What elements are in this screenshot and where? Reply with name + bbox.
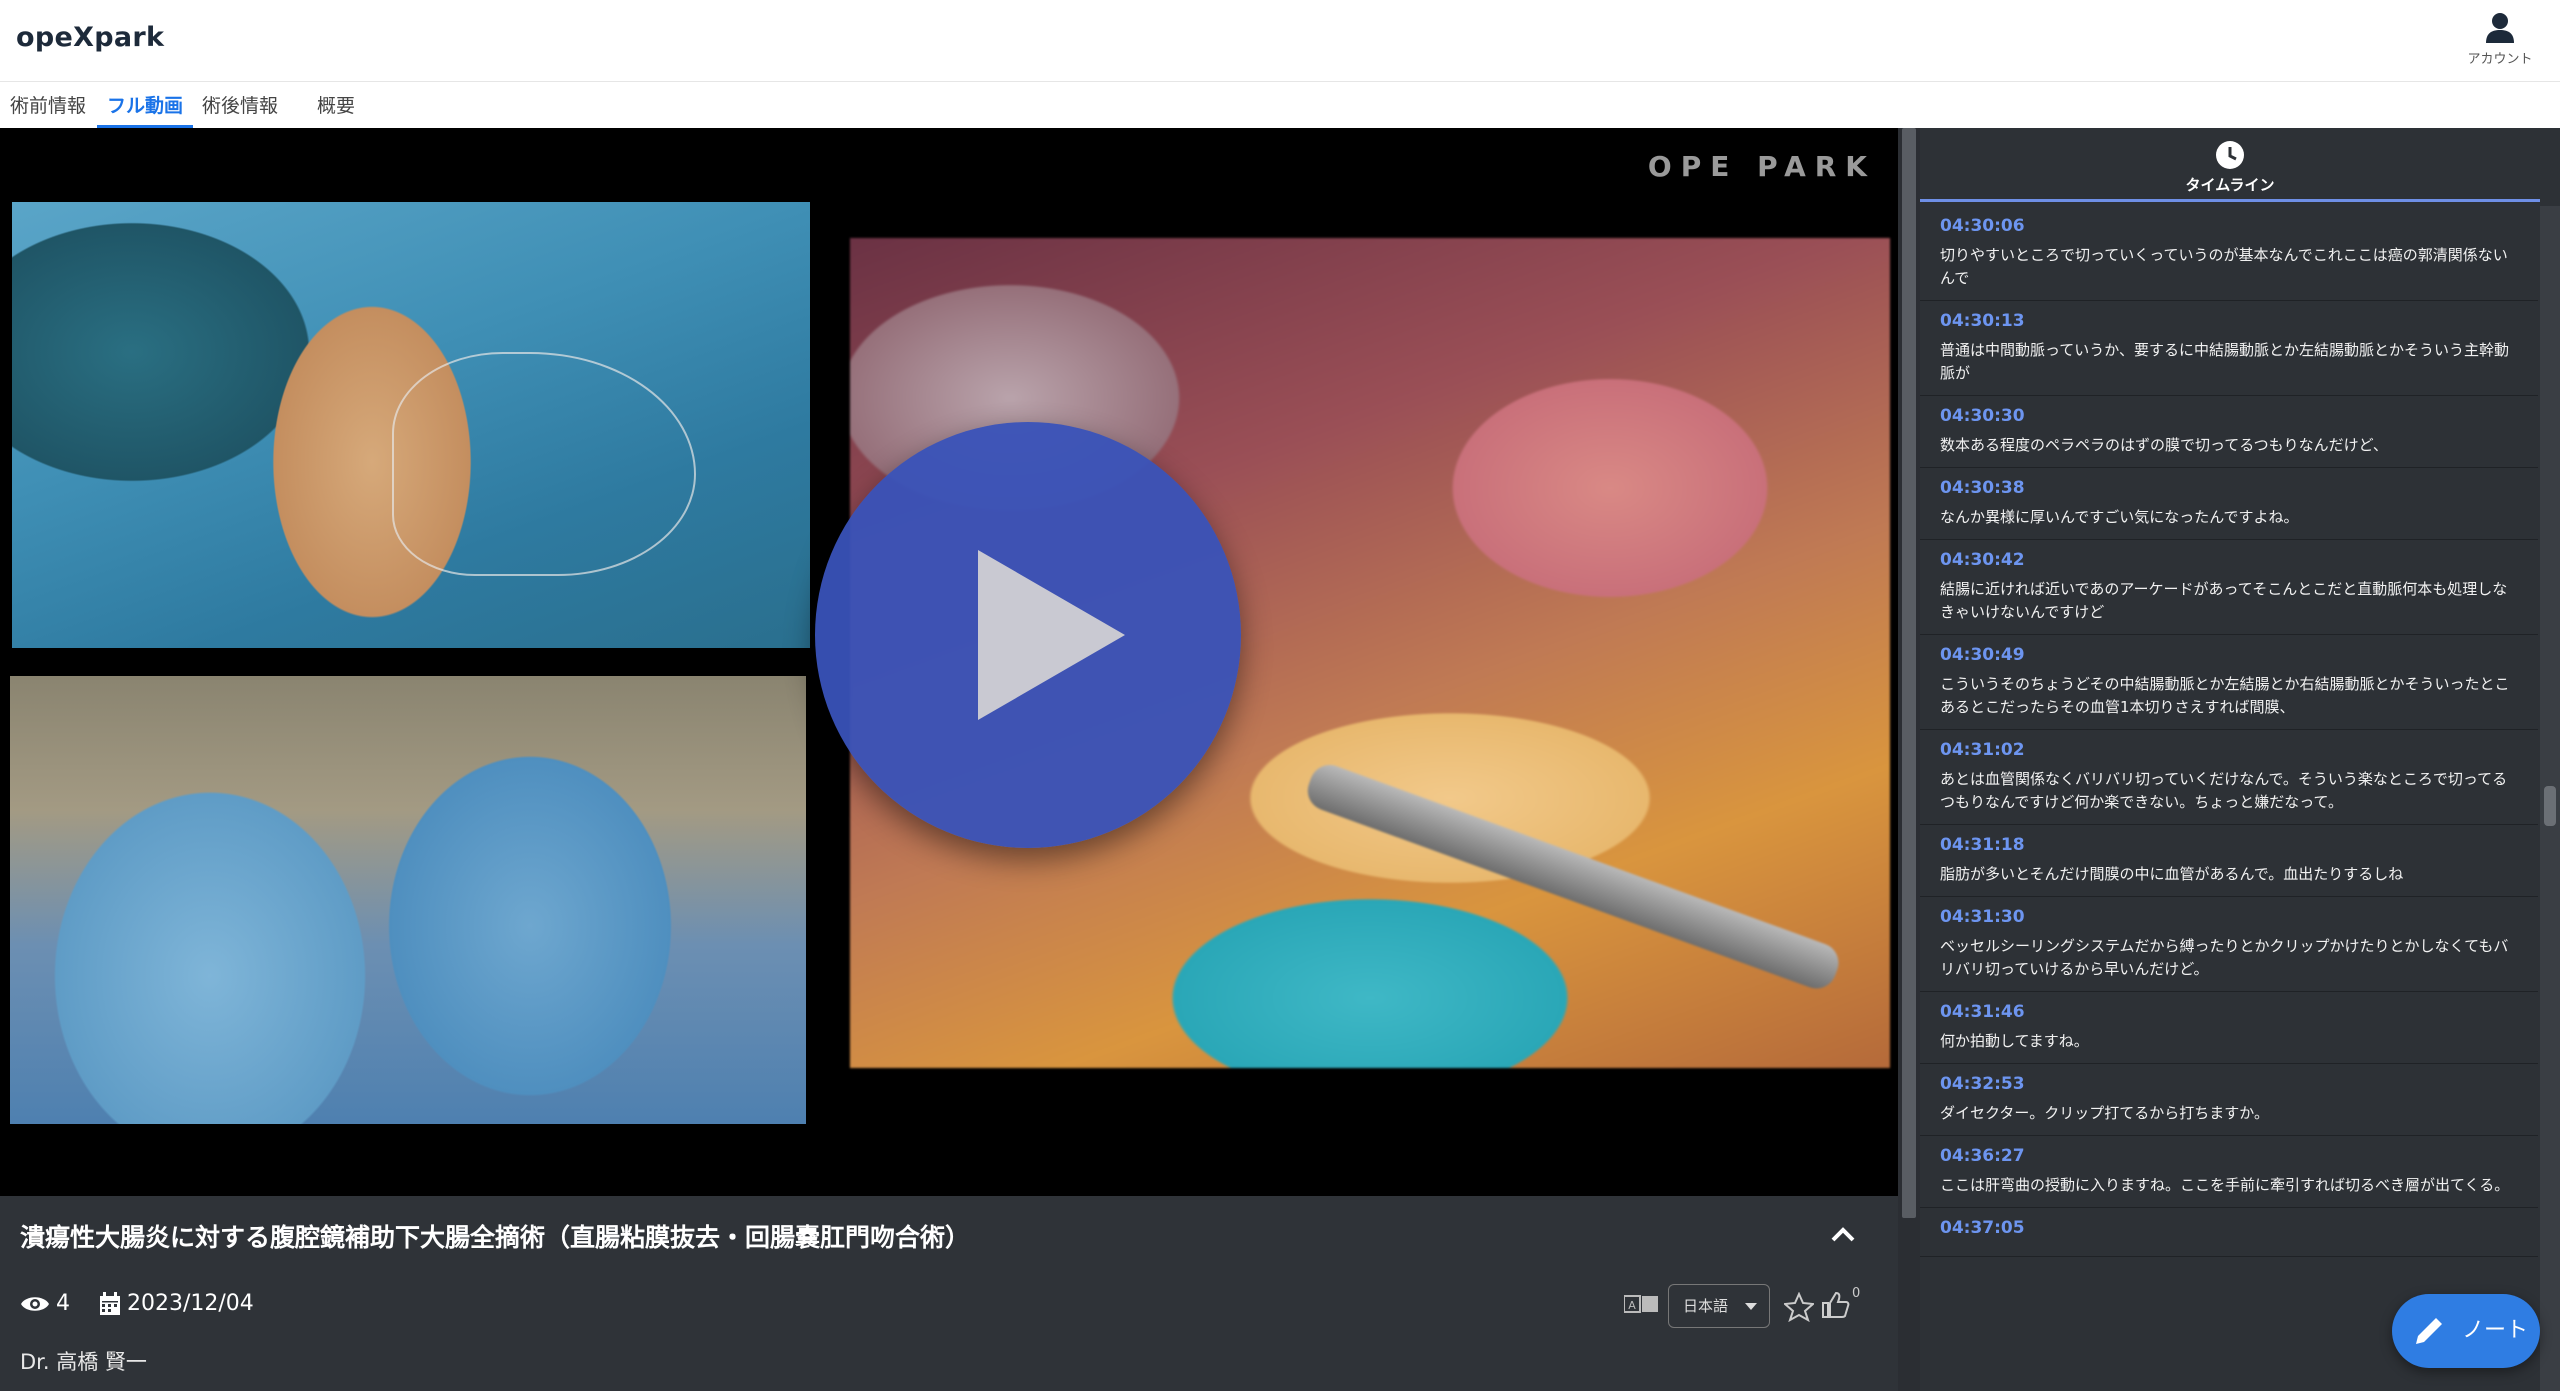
timeline-panel: タイムライン 04:30:06 切りやすいところで切っていくっていうのが基本なんで… (1920, 128, 2560, 1391)
video-view-overhead (12, 202, 810, 648)
video-view-room (10, 676, 806, 1124)
timeline-list: 04:30:06 切りやすいところで切っていくっていうのが基本なんでこれここは癌の… (1920, 206, 2538, 1257)
eye-icon (21, 1296, 49, 1311)
app-logo[interactable]: opeXpark (16, 22, 164, 53)
timeline-item[interactable]: 04:31:46 何か拍動してますね。 (1920, 992, 2538, 1064)
tab-timeline[interactable]: タイムライン (1920, 128, 2540, 202)
timeline-time[interactable]: 04:30:06 (1940, 216, 2520, 236)
user-icon (2486, 13, 2514, 43)
upload-date-value: 2023/12/04 (127, 1290, 254, 1316)
timeline-time[interactable]: 04:30:30 (1940, 406, 2520, 426)
calendar-icon (100, 1291, 120, 1315)
timeline-text: こういうそのちょうどその中結腸動脈とか左結腸とか右結腸動脈とかそういったとこある… (1940, 675, 2510, 716)
clock-icon (2216, 141, 2244, 169)
timeline-text: 数本ある程度のペラペラのはずの膜で切ってるつもりなんだけど、 (1940, 436, 2388, 454)
timeline-text: ベッセルシーリングシステムだから縛ったりとかクリップかけたりとかしなくてもバリバ… (1940, 937, 2509, 978)
timeline-time[interactable]: 04:31:02 (1940, 740, 2520, 760)
timeline-item[interactable]: 04:32:53 ダイセクター。クリップ打てるから打ちますか。 (1920, 1064, 2538, 1136)
svg-text:A: A (1628, 1299, 1636, 1312)
tab-full-video[interactable]: フル動画 (97, 84, 194, 128)
pencil-icon (2416, 1318, 2442, 1344)
play-icon (978, 550, 1125, 720)
timeline-text: 切りやすいところで切っていくっていうのが基本なんでこれここは癌の郭清関係ないんで (1940, 246, 2508, 287)
language-select[interactable]: 日本語 (1668, 1284, 1770, 1328)
timeline-item[interactable]: 04:30:13 普通は中間動脈っていうか、要するに中結腸動脈とか左結腸動脈とかそ… (1920, 301, 2538, 396)
chevron-up-icon[interactable] (1828, 1220, 1858, 1250)
timeline-item[interactable]: 04:30:30 数本ある程度のペラペラのはずの膜で切ってるつもりなんだけど、 (1920, 396, 2538, 468)
timeline-text: 脂肪が多いとそんだけ間膜の中に血管があるんで。血出たりするしね (1940, 865, 2404, 883)
timeline-time[interactable]: 04:31:30 (1940, 907, 2520, 927)
timeline-text: 結腸に近ければ近いであのアーケードがあってそこんとこだと直動脈何本も処理しなきゃ… (1940, 580, 2508, 621)
page-scrollbar[interactable] (1898, 128, 1920, 1391)
language-select-value: 日本語 (1683, 1297, 1729, 1315)
account-label: アカウント (2467, 52, 2533, 67)
tab-summary[interactable]: 概要 (307, 84, 365, 128)
upload-date: 2023/12/04 (99, 1291, 254, 1316)
timeline-text: ここは肝弯曲の授動に入りますね。ここを手前に牽引すれば切るべき層が出てくる。 (1940, 1176, 2510, 1194)
timeline-item[interactable]: 04:31:02 あとは血管関係なくバリバリ切っていくだけなんで。そういう楽なとこ… (1920, 730, 2538, 825)
view-count-value: 4 (56, 1290, 70, 1316)
play-button[interactable] (815, 422, 1241, 848)
doctor-name: Dr. 高橋 賢一 (20, 1350, 147, 1374)
video-meta: 4 2023/12/04 (20, 1290, 254, 1320)
video-player[interactable]: OPE PARK (0, 128, 1898, 1196)
caret-down-icon (1745, 1303, 1757, 1310)
note-button-label: ノート (2462, 1318, 2529, 1343)
timeline-item[interactable]: 04:36:27 ここは肝弯曲の授動に入りますね。ここを手前に牽引すれば切るべき層… (1920, 1136, 2538, 1208)
tab-postop-info[interactable]: 術後情報 (192, 84, 288, 128)
timeline-text: なんか異様に厚いんですごい気になったんですよね。 (1940, 508, 2299, 526)
timeline-item[interactable]: 04:30:42 結腸に近ければ近いであのアーケードがあってそこんとこだと直動脈何… (1920, 540, 2538, 635)
timeline-scrollbar[interactable] (2540, 206, 2560, 1391)
video-info-panel: 潰瘍性大腸炎に対する腹腔鏡補助下大腸全摘術（直腸粘膜抜去・回腸嚢肛門吻合術） 4… (0, 1196, 1898, 1391)
timeline-item[interactable]: 04:31:18 脂肪が多いとそんだけ間膜の中に血管があるんで。血出たりするしね (1920, 825, 2538, 897)
watermark-text: OPE PARK (1647, 150, 1876, 183)
view-count: 4 (20, 1291, 70, 1316)
timeline-time[interactable]: 04:36:27 (1940, 1146, 2520, 1166)
watermark: OPE PARK (1648, 150, 1876, 183)
tab-preop-info[interactable]: 術前情報 (0, 84, 96, 128)
timeline-time[interactable]: 04:30:42 (1940, 550, 2520, 570)
account-button[interactable]: アカウント (2460, 12, 2540, 67)
timeline-item[interactable]: 04:31:30 ベッセルシーリングシステムだから縛ったりとかクリップかけたりとか… (1920, 897, 2538, 992)
timeline-text: あとは血管関係なくバリバリ切っていくだけなんで。そういう楽なところで切ってるつも… (1940, 770, 2508, 811)
timeline-text: ダイセクター。クリップ打てるから打ちますか。 (1940, 1104, 2269, 1122)
thumbs-up-icon[interactable] (1820, 1290, 1850, 1320)
timeline-time[interactable]: 04:31:18 (1940, 835, 2520, 855)
timeline-label: タイムライン (2185, 176, 2275, 194)
timeline-time[interactable]: 04:30:49 (1940, 645, 2520, 665)
timeline-time[interactable]: 04:30:13 (1940, 311, 2520, 331)
timeline-text: 何か拍動してますね。 (1940, 1032, 2089, 1050)
timeline-time[interactable]: 04:37:05 (1940, 1218, 2520, 1238)
timeline-item[interactable]: 04:30:06 切りやすいところで切っていくっていうのが基本なんでこれここは癌の… (1920, 206, 2538, 301)
video-controls: A 日本語 0 (1624, 1284, 1874, 1328)
translate-icon[interactable]: A (1624, 1294, 1658, 1316)
timeline-time[interactable]: 04:31:46 (1940, 1002, 2520, 1022)
timeline-item[interactable]: 04:30:49 こういうそのちょうどその中結腸動脈とか左結腸とか右結腸動脈とかそ… (1920, 635, 2538, 730)
timeline-time[interactable]: 04:32:53 (1940, 1074, 2520, 1094)
like-count: 0 (1852, 1286, 1861, 1301)
timeline-scrollbar-thumb[interactable] (2544, 786, 2556, 826)
app-header: opeXpark アカウント (0, 0, 2560, 82)
timeline-text: 普通は中間動脈っていうか、要するに中結腸動脈とか左結腸動脈とかそういう主幹動脈が (1940, 341, 2509, 382)
timeline-time[interactable]: 04:30:38 (1940, 478, 2520, 498)
timeline-item[interactable]: 04:30:38 なんか異様に厚いんですごい気になったんですよね。 (1920, 468, 2538, 540)
video-title: 潰瘍性大腸炎に対する腹腔鏡補助下大腸全摘術（直腸粘膜抜去・回腸嚢肛門吻合術） (20, 1223, 971, 1252)
note-button[interactable]: ノート (2392, 1294, 2540, 1368)
tab-bar: 術前情報 フル動画 術後情報 概要 (0, 84, 2560, 128)
timeline-item[interactable]: 04:37:05 (1920, 1208, 2538, 1257)
page-scrollbar-thumb[interactable] (1902, 128, 1916, 1218)
star-icon[interactable] (1784, 1292, 1814, 1322)
